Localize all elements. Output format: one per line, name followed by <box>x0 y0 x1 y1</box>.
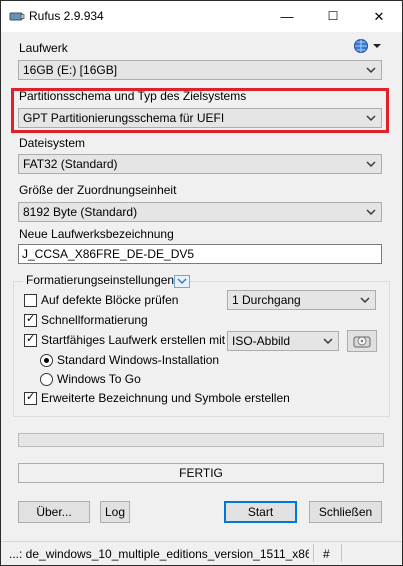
language-globe-icon[interactable] <box>352 38 382 54</box>
status-text: FERTIG <box>18 463 384 483</box>
hash-button[interactable]: # <box>323 547 330 561</box>
status-bar: ...: de_windows_10_multiple_editions_ver… <box>1 541 402 565</box>
check-icon: ✓ <box>26 333 36 345</box>
radio-selected-dot <box>44 358 49 363</box>
device-label: Laufwerk <box>19 41 68 55</box>
bad-blocks-passes-select[interactable]: 1 Durchgang <box>227 290 376 310</box>
standard-install-radio[interactable] <box>40 354 53 367</box>
window-title: Rufus 2.9.934 <box>29 9 104 23</box>
rufus-window: Rufus 2.9.934 — ☐ ✕ Laufwerk 16GB (E:) [… <box>0 0 403 566</box>
close-window-button[interactable]: ✕ <box>356 1 402 32</box>
bootable-label: Startfähiges Laufwerk erstellen mit <box>41 333 226 347</box>
select-image-button[interactable] <box>347 330 377 352</box>
check-icon: ✓ <box>26 391 36 403</box>
log-button[interactable]: Log <box>100 501 130 523</box>
bootable-checkbox[interactable]: ✓ <box>24 333 37 347</box>
filesystem-label: Dateisystem <box>19 136 86 150</box>
check-icon: ✓ <box>26 313 36 325</box>
boot-type-select[interactable]: ISO-Abbild <box>227 331 339 351</box>
cluster-size-label: Größe der Zuordnungseinheit <box>19 183 177 197</box>
windows-to-go-radio[interactable] <box>40 373 53 386</box>
quick-format-label: Schnellformatierung <box>41 313 148 327</box>
drive-select-icon <box>353 336 371 348</box>
standard-install-label: Standard Windows-Installation <box>57 353 220 367</box>
extended-label-label: Erweiterte Bezeichnung und Symbole erste… <box>41 391 290 405</box>
boot-type-value: ISO-Abbild <box>232 334 291 348</box>
windows-to-go-label: Windows To Go <box>57 372 141 386</box>
bad-blocks-label: Auf defekte Blöcke prüfen <box>41 293 179 307</box>
statusbar-separator <box>341 544 342 562</box>
statusbar-separator <box>313 544 314 562</box>
volume-label-field-box <box>18 244 382 264</box>
chevron-down-icon <box>323 338 333 344</box>
bad-blocks-checkbox[interactable] <box>24 294 37 307</box>
chevron-down-icon <box>360 297 370 303</box>
cluster-size-value: 8192 Byte (Standard) <box>23 205 138 219</box>
filesystem-value: FAT32 (Standard) <box>23 157 118 171</box>
minimize-button[interactable]: — <box>264 1 310 32</box>
cluster-size-select[interactable]: 8192 Byte (Standard) <box>18 202 382 222</box>
highlight-annotation <box>11 88 389 133</box>
start-button[interactable]: Start <box>224 501 297 523</box>
format-options-title: Formatierungseinstellungen <box>23 273 178 287</box>
about-button[interactable]: Über... <box>18 501 90 523</box>
format-options-toggle[interactable] <box>174 275 190 288</box>
maximize-button[interactable]: ☐ <box>310 1 356 32</box>
extended-label-checkbox[interactable]: ✓ <box>24 391 37 405</box>
progress-bar <box>18 433 384 447</box>
chevron-down-icon <box>366 161 376 167</box>
filesystem-select[interactable]: FAT32 (Standard) <box>18 154 382 174</box>
chevron-down-icon <box>366 209 376 215</box>
device-value: 16GB (E:) [16GB] <box>23 63 118 77</box>
quick-format-checkbox[interactable]: ✓ <box>24 313 37 327</box>
device-select[interactable]: 16GB (E:) [16GB] <box>18 60 382 80</box>
close-button[interactable]: Schließen <box>309 501 382 523</box>
passes-value: 1 Durchgang <box>232 293 301 307</box>
title-bar: Rufus 2.9.934 — ☐ ✕ <box>1 1 402 32</box>
volume-label-input[interactable] <box>22 247 372 261</box>
rufus-app-icon <box>9 12 25 21</box>
statusbar-file: ...: de_windows_10_multiple_editions_ver… <box>9 547 309 561</box>
volume-label-label: Neue Laufwerksbezeichnung <box>19 227 174 241</box>
chevron-down-icon <box>177 278 187 284</box>
chevron-down-icon <box>366 67 376 73</box>
